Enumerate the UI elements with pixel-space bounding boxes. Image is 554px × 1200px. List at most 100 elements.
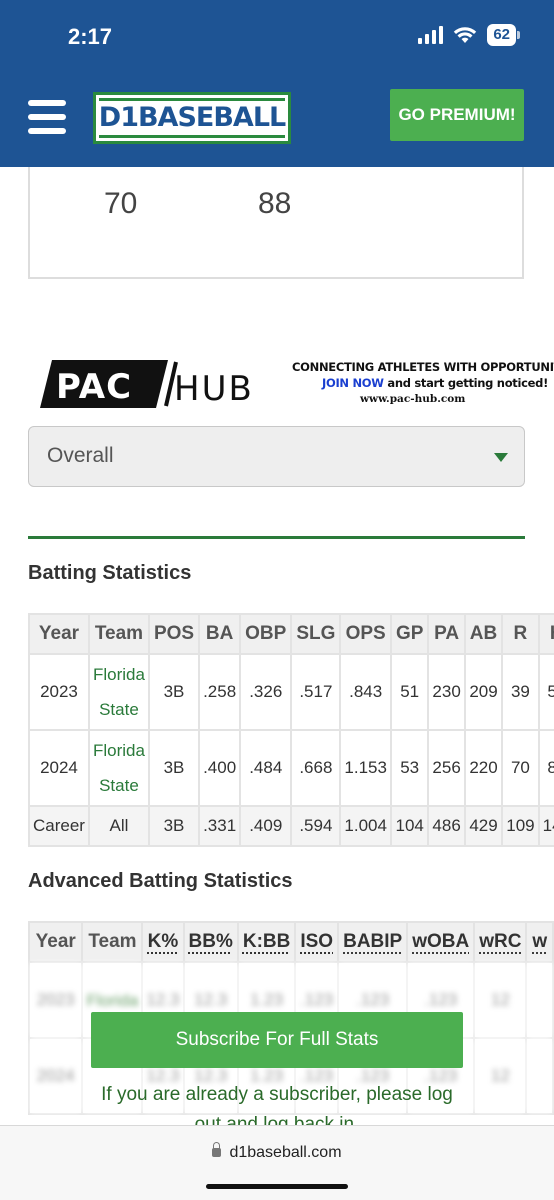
advanced-batting-stats-title: Advanced Batting Statistics	[28, 870, 293, 893]
batting-stats-title: Batting Statistics	[28, 562, 191, 585]
cell-ab: 209	[465, 654, 502, 730]
column-header[interactable]: wRC	[474, 922, 526, 962]
column-header: Team	[82, 922, 142, 962]
select-value: Overall	[47, 444, 114, 468]
cell-h: 54	[539, 654, 554, 730]
cell-year: Career	[29, 806, 89, 846]
column-header: H	[539, 614, 554, 654]
browser-address-bar[interactable]: d1baseball.com	[0, 1125, 554, 1200]
column-header: Year	[29, 922, 82, 962]
ad-url: www.pac-hub.com	[360, 393, 465, 405]
url-display[interactable]: d1baseball.com	[0, 1144, 554, 1162]
svg-text:PAC: PAC	[56, 367, 132, 407]
home-indicator[interactable]	[206, 1184, 348, 1189]
site-logo[interactable]: D1BASEBALL	[96, 95, 288, 141]
svg-text:HUB: HUB	[174, 369, 254, 408]
column-header: SLG	[291, 614, 340, 654]
column-header: R	[502, 614, 538, 654]
cell-ops: .843	[340, 654, 391, 730]
stats-filter-select[interactable]: Overall	[28, 426, 525, 487]
team-link[interactable]: Florida State	[89, 654, 149, 730]
column-header[interactable]: BB%	[184, 922, 238, 962]
column-header[interactable]: ISO	[295, 922, 338, 962]
table-header-row: Year Team POS BA OBP SLG OPS GP PA AB R …	[29, 614, 554, 654]
table-header-row: Year Team K% BB% K:BB ISO BABIP wOBA wRC…	[29, 922, 553, 962]
cell-slg: .517	[291, 654, 340, 730]
table-row: 2024 Florida State 3B .400 .484 .668 1.1…	[29, 730, 554, 806]
cell-r: 70	[502, 730, 538, 806]
cell-year: 2024	[29, 1038, 82, 1114]
cell-pa: 256	[428, 730, 464, 806]
cell-h: 142	[539, 806, 554, 846]
cell-slg: .668	[291, 730, 340, 806]
cell-gp: 53	[391, 730, 428, 806]
cell-slg: .594	[291, 806, 340, 846]
cell-year: 2023	[29, 962, 82, 1038]
wifi-icon	[453, 26, 477, 44]
stat-value: 70	[104, 187, 137, 221]
cell-obp: .409	[240, 806, 291, 846]
pachub-logo: PAC HUB	[40, 360, 286, 408]
cell-ops: 1.004	[340, 806, 391, 846]
column-header[interactable]: BABIP	[338, 922, 407, 962]
column-header: POS	[149, 614, 199, 654]
cell-pa: 486	[428, 806, 464, 846]
cell-r: 39	[502, 654, 538, 730]
cell-pos: 3B	[149, 730, 199, 806]
column-header[interactable]: K%	[142, 922, 183, 962]
chevron-down-icon	[494, 453, 508, 462]
cell-h: 88	[539, 730, 554, 806]
site-header: 2:17 62 D1BASEBALL GO PREMIUM!	[0, 0, 554, 167]
cell-team: All	[89, 806, 149, 846]
status-time: 2:17	[68, 24, 112, 50]
cell-ba: .400	[199, 730, 240, 806]
column-header: BA	[199, 614, 240, 654]
column-header: OPS	[340, 614, 391, 654]
go-premium-button[interactable]: GO PREMIUM!	[390, 89, 524, 141]
cell-ab: 220	[465, 730, 502, 806]
cell-w	[526, 962, 553, 1038]
url-text: d1baseball.com	[229, 1144, 341, 1161]
cellular-signal-icon	[418, 26, 443, 44]
stat-card: 70 88	[28, 167, 524, 279]
pachub-ad-banner[interactable]: PAC HUB CONNECTING ATHLETES WITH OPPORTU…	[40, 356, 530, 410]
cell-pos: 3B	[149, 806, 199, 846]
column-header: AB	[465, 614, 502, 654]
cell-pa: 230	[428, 654, 464, 730]
menu-icon[interactable]	[28, 100, 66, 134]
column-header[interactable]: K:BB	[238, 922, 296, 962]
cell-gp: 51	[391, 654, 428, 730]
ad-tagline: CONNECTING ATHLETES WITH OPPORTUNITIES	[292, 360, 554, 374]
cell-pos: 3B	[149, 654, 199, 730]
battery-icon: 62	[487, 24, 516, 46]
cell-gp: 104	[391, 806, 428, 846]
cell-ab: 429	[465, 806, 502, 846]
batting-stats-table-container[interactable]: Year Team POS BA OBP SLG OPS GP PA AB R …	[28, 613, 554, 847]
status-indicators: 62	[418, 24, 516, 46]
column-header: PA	[428, 614, 464, 654]
cell-year: 2024	[29, 730, 89, 806]
table-row-career: Career All 3B .331 .409 .594 1.004 104 4…	[29, 806, 554, 846]
batting-stats-table: Year Team POS BA OBP SLG OPS GP PA AB R …	[28, 613, 554, 847]
table-row: 2023 Florida State 3B .258 .326 .517 .84…	[29, 654, 554, 730]
column-header[interactable]: wOBA	[407, 922, 474, 962]
cell-ops: 1.153	[340, 730, 391, 806]
stat-value: 88	[258, 187, 291, 221]
cell-w	[526, 1038, 553, 1114]
cell-obp: .484	[240, 730, 291, 806]
cell-wrc: 12	[474, 1038, 526, 1114]
cell-year: 2023	[29, 654, 89, 730]
cell-ba: .331	[199, 806, 240, 846]
cell-obp: .326	[240, 654, 291, 730]
ad-cta: JOIN NOW and start getting noticed!	[322, 376, 548, 390]
column-header: GP	[391, 614, 428, 654]
cell-r: 109	[502, 806, 538, 846]
cell-ba: .258	[199, 654, 240, 730]
column-header: Team	[89, 614, 149, 654]
subscribe-button[interactable]: Subscribe For Full Stats	[91, 1012, 463, 1068]
cell-wrc: 12	[474, 962, 526, 1038]
column-header: OBP	[240, 614, 291, 654]
column-header[interactable]: w	[526, 922, 553, 962]
team-link[interactable]: Florida State	[89, 730, 149, 806]
column-header: Year	[29, 614, 89, 654]
